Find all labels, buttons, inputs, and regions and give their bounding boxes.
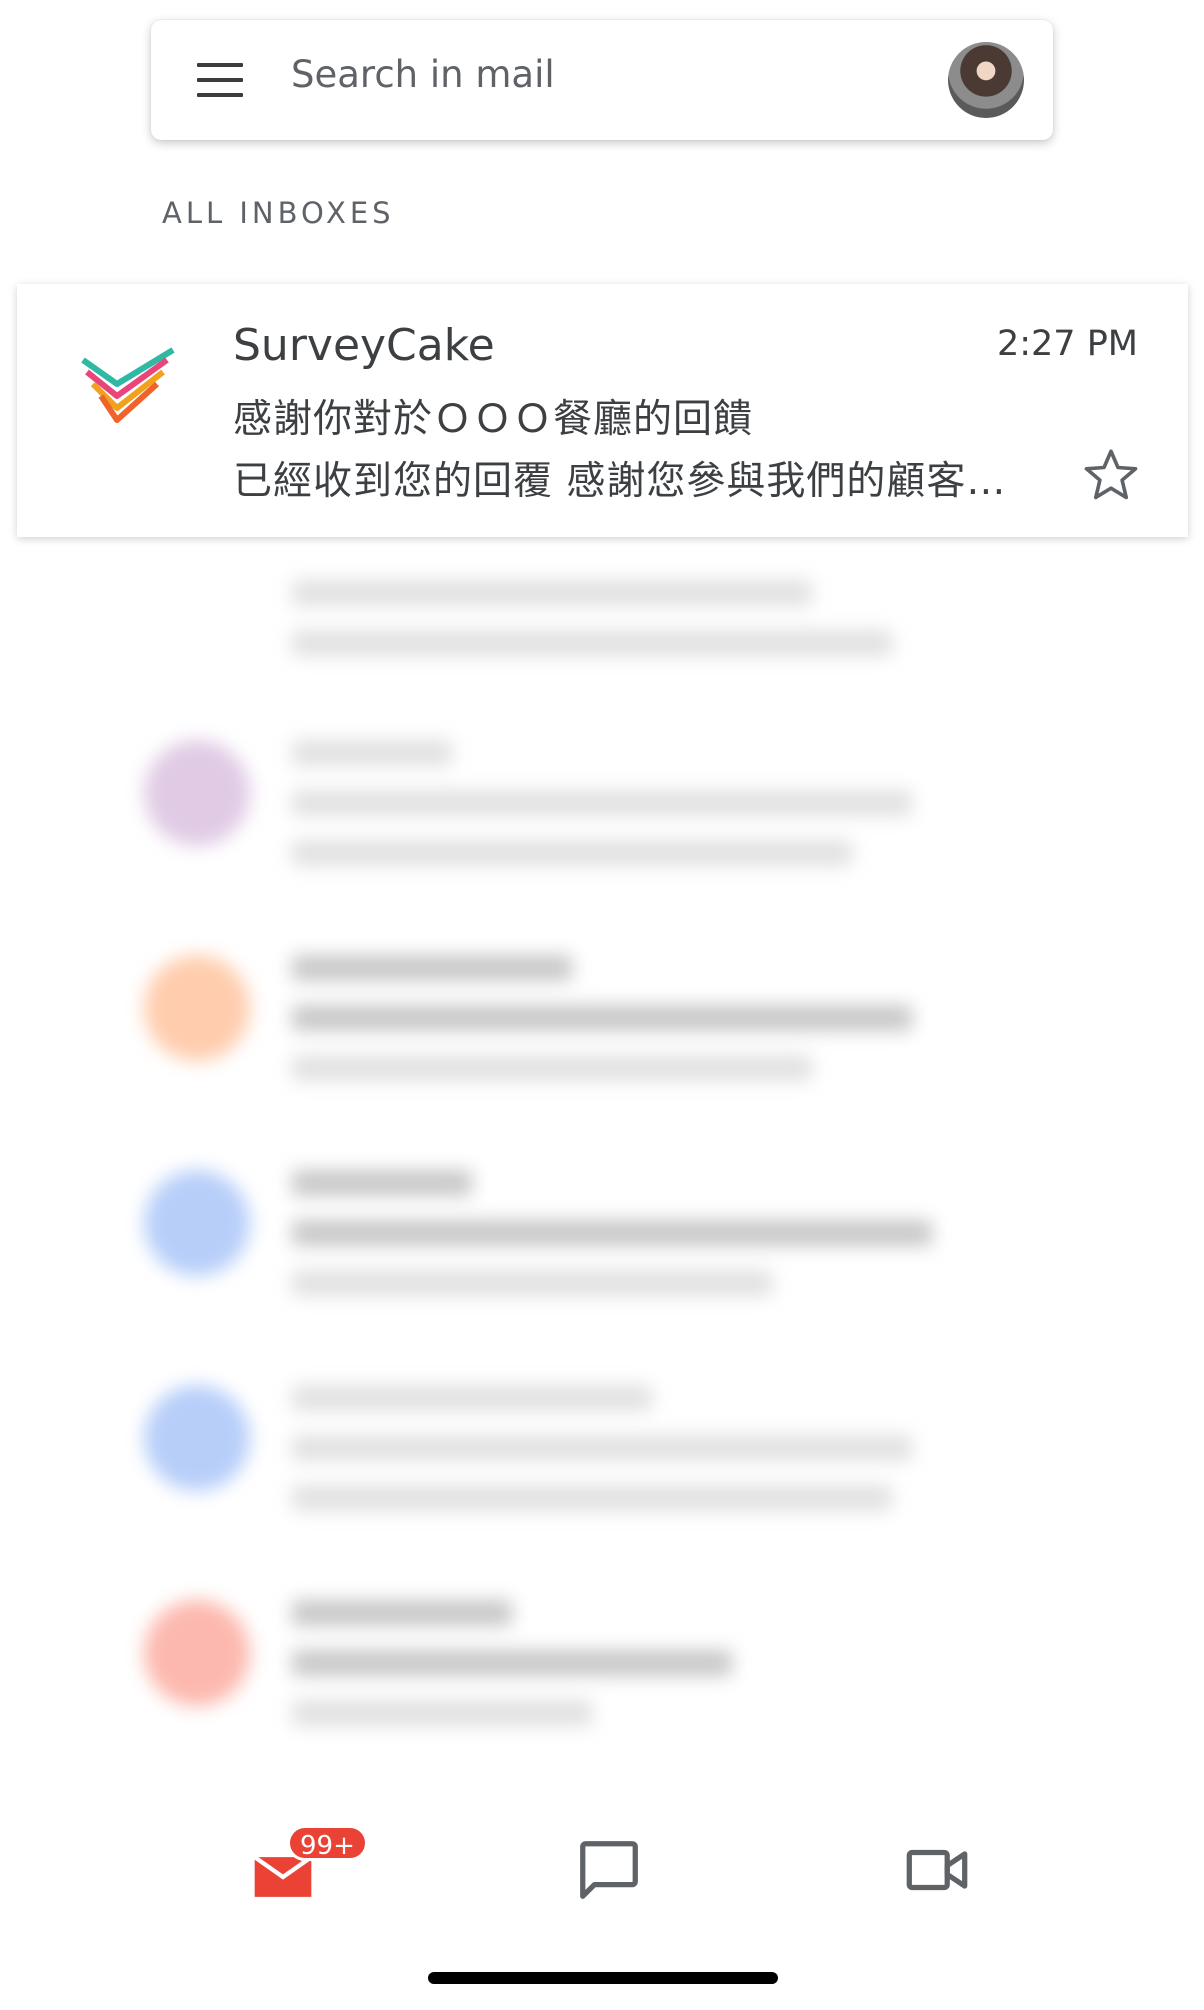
star-icon[interactable] bbox=[1080, 444, 1142, 506]
hamburger-menu-icon[interactable] bbox=[197, 63, 243, 97]
email-time: 2:27 PM bbox=[996, 324, 1138, 364]
email-row[interactable]: SurveyCake 2:27 PM 感謝你對於ＯＯＯ餐廳的回饋 已經收到您的回… bbox=[17, 284, 1188, 537]
list-item bbox=[110, 925, 1100, 1125]
email-subject: 感謝你對於ＯＯＯ餐廳的回饋 bbox=[233, 397, 754, 442]
account-avatar[interactable] bbox=[948, 42, 1024, 118]
email-sender: SurveyCake bbox=[233, 320, 495, 371]
surveycake-logo-icon bbox=[81, 347, 175, 423]
email-snippet: 已經收到您的回覆 感謝您參與我們的顧客滿意度調查 bbox=[233, 459, 1033, 504]
list-item bbox=[110, 710, 1100, 910]
video-icon[interactable] bbox=[902, 1835, 972, 1905]
list-item bbox=[110, 1355, 1100, 1555]
bottom-navigation: 99+ bbox=[110, 1805, 1100, 1935]
search-input[interactable]: Search in mail bbox=[291, 53, 555, 96]
chat-icon[interactable] bbox=[574, 1835, 644, 1905]
home-indicator[interactable] bbox=[428, 1972, 778, 1984]
search-bar[interactable]: Search in mail bbox=[151, 20, 1053, 140]
section-label: ALL INBOXES bbox=[162, 196, 395, 230]
unread-badge: 99+ bbox=[287, 1825, 368, 1861]
list-item bbox=[110, 1140, 1100, 1340]
blurred-email-list bbox=[110, 540, 1100, 1800]
list-item bbox=[110, 1570, 1100, 1770]
